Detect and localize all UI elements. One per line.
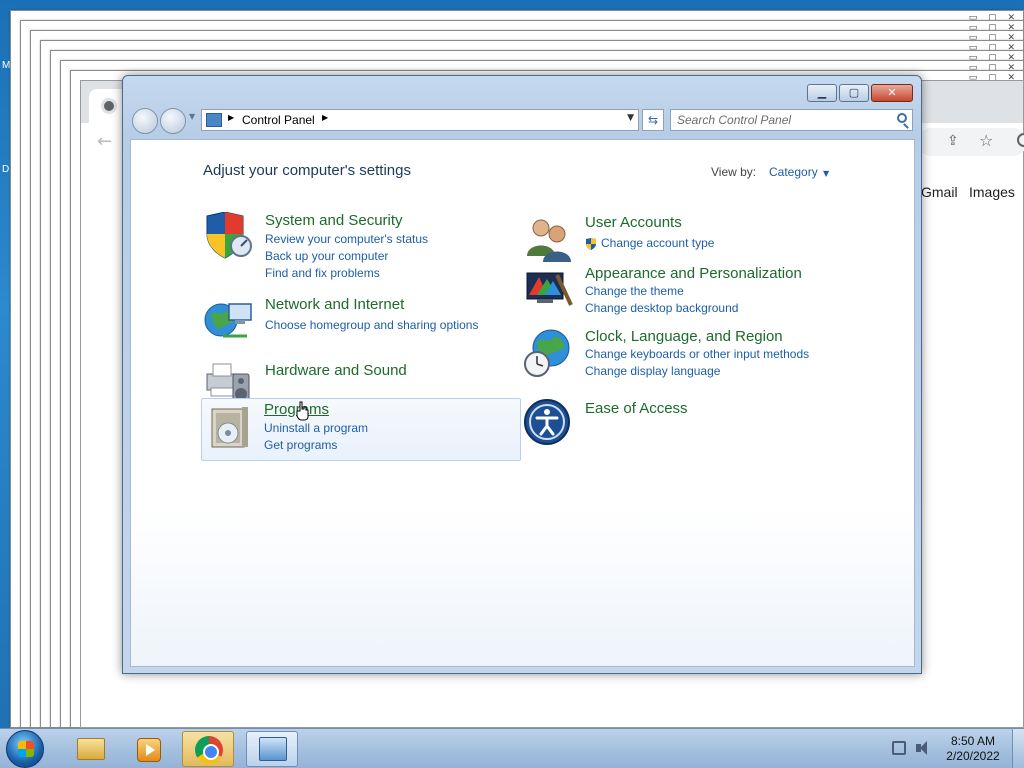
share-icon[interactable]: ⇪ (947, 133, 959, 149)
breadcrumb-control-panel[interactable]: Control Panel (242, 113, 315, 127)
recent-pages-chevron-icon[interactable]: ▼ (189, 112, 195, 121)
profile-avatar-icon[interactable] (1017, 133, 1024, 147)
category-title[interactable]: Network and Internet (265, 296, 404, 313)
minimize-button[interactable]: ▁ (807, 84, 837, 102)
chrome-logo-icon (101, 98, 117, 114)
category-system-security: System and Security Review your computer… (203, 212, 523, 282)
search-icon[interactable] (897, 113, 907, 123)
category-user-accounts: User Accounts Change account type (523, 214, 843, 264)
taskbar-google-chrome[interactable] (182, 731, 234, 767)
show-desktop-button[interactable] (1012, 729, 1024, 768)
clock-date[interactable]: 2/20/2022 (940, 749, 1006, 763)
category-title[interactable]: Clock, Language, and Region (585, 328, 783, 345)
omnibox[interactable] (917, 128, 1024, 156)
network-tray-icon[interactable] (892, 741, 906, 755)
category-link[interactable]: Change the theme (585, 284, 684, 298)
users-icon[interactable] (523, 214, 575, 264)
category-title[interactable]: System and Security (265, 212, 403, 229)
category-title[interactable]: Ease of Access (585, 400, 688, 417)
monitor-paint-icon[interactable] (523, 265, 575, 315)
category-link[interactable]: Find and fix problems (265, 266, 380, 280)
back-arrow-icon[interactable]: ← (97, 131, 112, 152)
close-button[interactable]: ✕ (871, 84, 913, 102)
gmail-link[interactable]: Gmail (921, 184, 958, 200)
page-title: Adjust your computer's settings (203, 162, 411, 179)
window-controls: ▁ ▢ ✕ (807, 84, 913, 102)
volume-tray-icon[interactable] (916, 741, 930, 755)
taskbar-media-player[interactable] (122, 731, 174, 767)
ease-of-access-icon[interactable] (523, 398, 575, 448)
breadcrumb-arrow-icon[interactable]: ▶ (322, 113, 328, 122)
category-appearance-personalization: Appearance and Personalization Change th… (523, 265, 843, 315)
uac-shield-icon (585, 238, 597, 250)
category-link[interactable]: Review your computer's status (265, 232, 428, 246)
category-network-internet: Network and Internet Choose homegroup an… (203, 296, 523, 346)
desktop-icon-label: D (2, 164, 10, 175)
images-link[interactable]: Images (969, 184, 1015, 200)
search-box[interactable] (670, 109, 913, 131)
category-link[interactable]: Back up your computer (265, 249, 388, 263)
clock-time[interactable]: 8:50 AM (946, 734, 1000, 748)
category-ease-of-access: Ease of Access (523, 398, 843, 448)
control-panel-window[interactable]: ▁ ▢ ✕ ▼ ▶ Control Panel ▶ ▼ ⇆ Adjust you… (122, 75, 922, 674)
view-by-label: View by: (711, 165, 757, 179)
address-bar[interactable]: ▶ Control Panel ▶ ▼ (201, 109, 639, 131)
chrome-logo-icon (195, 736, 223, 764)
category-title[interactable]: User Accounts (585, 214, 682, 231)
category-link[interactable]: Get programs (264, 438, 337, 452)
category-link[interactable]: Change account type (601, 236, 714, 250)
start-button[interactable] (6, 730, 44, 768)
folder-icon (77, 738, 105, 760)
media-player-icon (137, 738, 161, 762)
category-link[interactable]: Choose homegroup and sharing options (265, 318, 478, 332)
category-link[interactable]: Change display language (585, 364, 720, 378)
clock-globe-icon[interactable] (523, 328, 575, 378)
category-programs[interactable]: Programs Uninstall a program Get program… (201, 398, 521, 461)
programs-box-icon[interactable] (206, 403, 258, 453)
category-link[interactable]: Uninstall a program (264, 421, 368, 435)
refresh-button[interactable]: ⇆ (642, 109, 664, 131)
shield-icon[interactable] (203, 212, 255, 262)
category-title[interactable]: Hardware and Sound (265, 362, 407, 379)
control-panel-icon (259, 737, 287, 761)
control-panel-icon (206, 113, 222, 127)
hand-cursor-icon (296, 401, 310, 421)
dropdown-caret-icon[interactable]: ▼ (823, 169, 829, 178)
category-clock-language-region: Clock, Language, and Region Change keybo… (523, 328, 843, 382)
taskbar-control-panel[interactable] (246, 731, 298, 767)
address-dropdown-icon[interactable]: ▼ (627, 113, 634, 123)
forward-button[interactable] (160, 108, 186, 134)
network-globe-icon[interactable] (203, 296, 255, 346)
control-panel-content: Adjust your computer's settings View by:… (130, 139, 915, 667)
category-title[interactable]: Appearance and Personalization (585, 265, 802, 282)
maximize-button[interactable]: ▢ (839, 84, 869, 102)
back-button[interactable] (132, 108, 158, 134)
category-link[interactable]: Change desktop background (585, 301, 738, 315)
search-input[interactable] (677, 112, 887, 128)
bookmark-star-icon[interactable]: ☆ (979, 131, 993, 150)
category-link[interactable]: Change keyboards or other input methods (585, 347, 809, 361)
taskbar-windows-explorer[interactable] (64, 731, 116, 767)
breadcrumb-arrow-icon[interactable]: ▶ (228, 113, 234, 122)
windows-logo-icon (18, 741, 34, 757)
view-by-dropdown[interactable]: Category (769, 165, 818, 179)
taskbar: 8:50 AM 2/20/2022 (0, 728, 1024, 768)
